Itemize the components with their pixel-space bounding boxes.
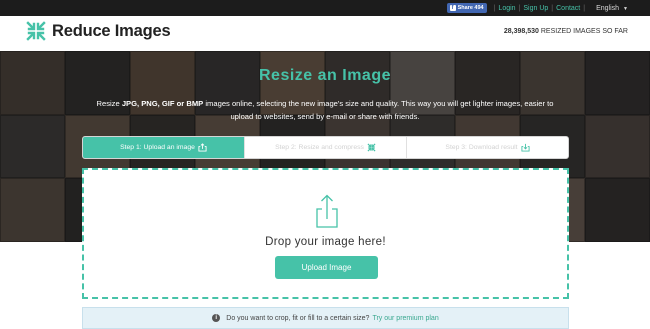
- drop-instruction: Drop your image here!: [265, 236, 386, 248]
- logo[interactable]: Reduce Images: [26, 21, 171, 41]
- step-download-label: Step 3: Download result: [445, 144, 518, 151]
- language-label: English: [596, 4, 620, 12]
- signup-link[interactable]: Sign Up: [523, 5, 548, 12]
- resized-counter: 28,398,530 RESIZED IMAGES SO FAR: [504, 28, 628, 35]
- step-download: Step 3: Download result: [407, 137, 568, 158]
- caret-down-icon: ▼: [623, 5, 628, 12]
- step-upload: Step 1: Upload an image: [83, 137, 245, 158]
- upload-icon: [316, 194, 338, 228]
- notice-text: Do you want to crop, fit or fill to a ce…: [226, 314, 370, 322]
- facebook-icon: f: [449, 5, 456, 11]
- drop-zone[interactable]: Drop your image here! Upload Image: [82, 168, 569, 299]
- compress-icon: [367, 143, 376, 152]
- step-resize: Step 2: Resize and compress: [245, 137, 407, 158]
- facebook-share-button[interactable]: f Share 494: [446, 3, 487, 13]
- info-icon: i: [212, 314, 221, 322]
- premium-plan-link[interactable]: Try our premium plan: [372, 315, 438, 322]
- logo-text: Reduce Images: [52, 21, 171, 40]
- step-resize-label: Step 2: Resize and compress: [275, 144, 364, 151]
- login-link[interactable]: Login: [498, 5, 515, 12]
- upload-image-button[interactable]: Upload Image: [275, 256, 378, 279]
- compress-logo-icon: [26, 21, 46, 41]
- top-bar: f Share 494 | Login | Sign Up | Contact …: [0, 0, 650, 16]
- header: Reduce Images 28,398,530 RESIZED IMAGES …: [0, 16, 650, 51]
- language-selector[interactable]: English ▼: [596, 5, 628, 12]
- counter-number: 28,398,530: [503, 28, 539, 35]
- counter-label: RESIZED IMAGES SO FAR: [540, 28, 628, 35]
- premium-notice: i Do you want to crop, fit or fill to a …: [82, 307, 569, 329]
- upload-icon: [198, 143, 207, 152]
- contact-link[interactable]: Contact: [556, 5, 580, 12]
- step-upload-label: Step 1: Upload an image: [120, 144, 195, 151]
- steps-bar: Step 1: Upload an image Step 2: Resize a…: [82, 136, 569, 159]
- page-description: Resize JPG, PNG, GIF or BMP images onlin…: [96, 99, 554, 121]
- facebook-share-label: Share 494: [457, 5, 484, 11]
- supported-formats: JPG, PNG, GIF or BMP: [121, 99, 204, 108]
- download-icon: [521, 143, 530, 152]
- page-title: Resize an Image: [259, 67, 391, 84]
